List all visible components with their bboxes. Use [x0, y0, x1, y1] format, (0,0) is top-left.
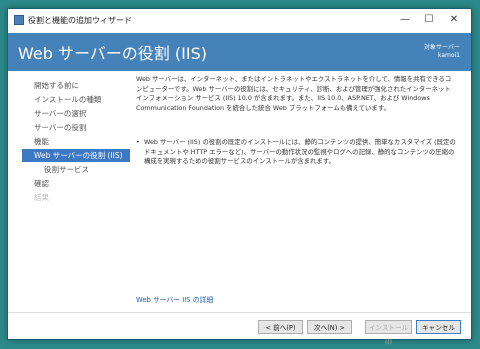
intro-text: Web サーバーは、インターネット、またはイントラネットやエクストラネットを介し…: [136, 75, 452, 112]
install-button: インストール(I): [365, 320, 412, 346]
page-title: Web サーバーの役割 (IIS): [18, 44, 207, 63]
nav-item-results: 結果: [34, 193, 49, 202]
nav-item-server-roles[interactable]: サーバーの役割: [22, 121, 130, 134]
nav-item-installation-type[interactable]: インストールの種類: [22, 93, 130, 106]
wizard-steps-nav: 開始する前に インストールの種類 サーバーの選択 サーバーの役割 機能 Web …: [22, 79, 130, 205]
bullet-icon: •: [136, 138, 140, 146]
target-server-name: kamoi1: [437, 52, 460, 59]
nav-item-features[interactable]: 機能: [22, 135, 130, 148]
app-icon: [14, 15, 24, 25]
nav-item-confirmation[interactable]: 確認: [22, 177, 130, 190]
nav-item-web-server-role[interactable]: Web サーバーの役割 (IIS): [22, 149, 130, 162]
previous-button[interactable]: < 前へ(P): [258, 320, 303, 334]
close-icon[interactable]: ✕: [445, 13, 463, 27]
next-button[interactable]: 次へ(N) >: [307, 320, 352, 334]
cancel-button[interactable]: キャンセル: [416, 320, 461, 334]
nav-item-server-selection[interactable]: サーバーの選択: [22, 107, 130, 120]
wizard-window: 役割と機能の追加ウィザード — ☐ ✕ Web サーバーの役割 (IIS) 対象…: [7, 8, 472, 346]
footer-divider: [8, 312, 471, 313]
bullet-text: Web サーバー (IIS) の役割の既定のインストールには、静的コンテンツの提…: [144, 138, 456, 165]
page-header: Web サーバーの役割 (IIS) 対象サーバー kamoi1: [8, 33, 471, 71]
window-title: 役割と機能の追加ウィザード: [28, 16, 132, 25]
minimize-icon[interactable]: —: [396, 13, 414, 27]
title-bar: 役割と機能の追加ウィザード — ☐ ✕: [8, 9, 471, 33]
nav-item-role-services[interactable]: 役割サービス: [22, 163, 130, 176]
content-pane: Web サーバーは、インターネット、またはイントラネットやエクストラネットを介し…: [136, 75, 456, 167]
target-server-info: 対象サーバー kamoi1: [424, 44, 460, 60]
iis-details-link[interactable]: Web サーバー IIS の詳細: [136, 294, 213, 304]
nav-item-before-you-begin[interactable]: 開始する前に: [22, 79, 130, 92]
bullet-item: • Web サーバー (IIS) の役割の既定のインストールには、静的コンテンツ…: [136, 138, 456, 167]
maximize-icon[interactable]: ☐: [420, 13, 438, 27]
target-server-label: 対象サーバー: [424, 44, 460, 51]
